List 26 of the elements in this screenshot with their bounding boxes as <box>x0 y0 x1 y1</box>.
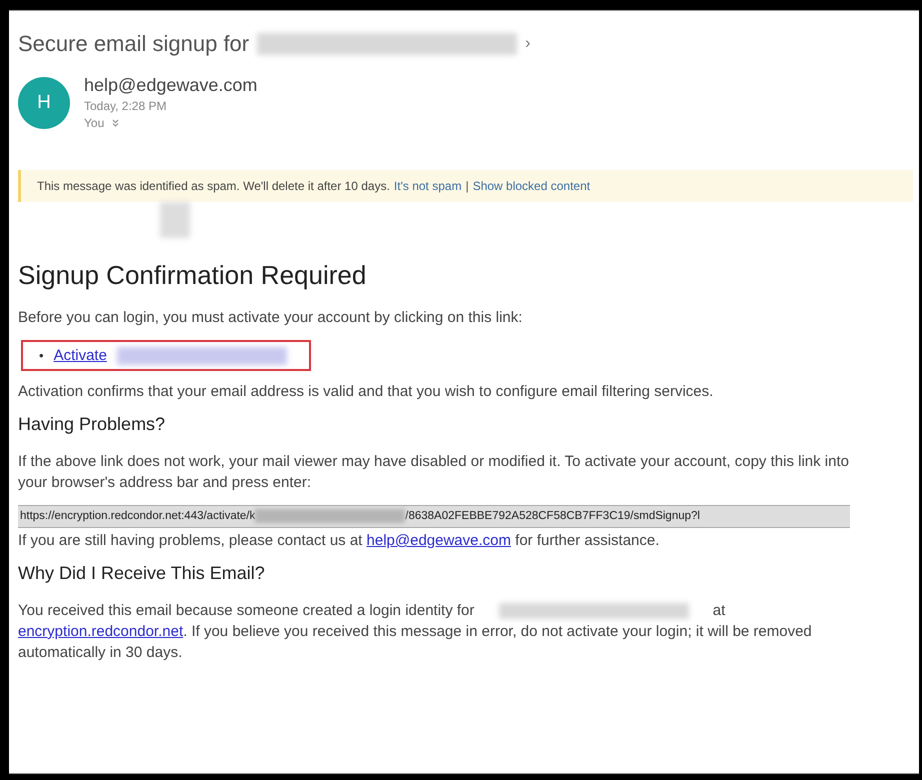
link-separator: | <box>466 179 469 193</box>
why-text: You received this email because someone created a login identity for at encryption.redcondor.net. If you believe you received this message in error, do not activate your login; it will be removed automatically in 30 days. <box>18 601 813 663</box>
show-content-link[interactable]: Show blocked content <box>472 179 590 193</box>
email-heading: Signup Confirmation Required <box>18 260 368 291</box>
domain-link[interactable]: encryption.redcondor.net <box>18 623 184 640</box>
recipient-label: You <box>84 116 104 130</box>
sender-address: help@edgewave.com <box>84 75 258 96</box>
activation-note: Activation confirms that your email address is valid and that you wish to configure email filtering services. <box>18 382 714 402</box>
bullet: • <box>39 348 44 363</box>
subject-suffix: › <box>525 35 530 53</box>
sent-time: Today, 2:28 PM <box>84 99 166 113</box>
expand-icon[interactable] <box>112 119 120 127</box>
email-subject: Secure email signup for <box>18 31 250 57</box>
contact-text: If you are still having problems, please contact us at help@edgewave.com for further assistance. <box>18 531 660 551</box>
email-link[interactable]: help@edgewave.com <box>366 532 511 549</box>
not-spam-link[interactable]: It's not spam <box>394 179 462 193</box>
problems-text: If the above link does not work, your mail viewer may have disabled or modified it. To activate your account, copy this link into your browser's address bar and press enter: <box>18 452 850 493</box>
redaction-blur <box>160 202 190 238</box>
intro-text: Before you can login, you must activate your account by clicking on this link: <box>18 308 524 328</box>
sender-avatar: H <box>18 77 70 129</box>
url-end: /8638A02FEBBE792A528CF58CB7FF3C19/smdSignup?l <box>405 510 700 522</box>
activate-link[interactable]: Activate <box>54 347 107 364</box>
spam-notice: This message was identified as spam. We'll delete it after 10 days. <box>37 179 390 193</box>
section-heading: Having Problems? <box>18 414 166 435</box>
url-start: https://encryption.redcondor.net:443/activate/k <box>20 510 256 522</box>
section-heading: Why Did I Receive This Email? <box>18 563 266 584</box>
